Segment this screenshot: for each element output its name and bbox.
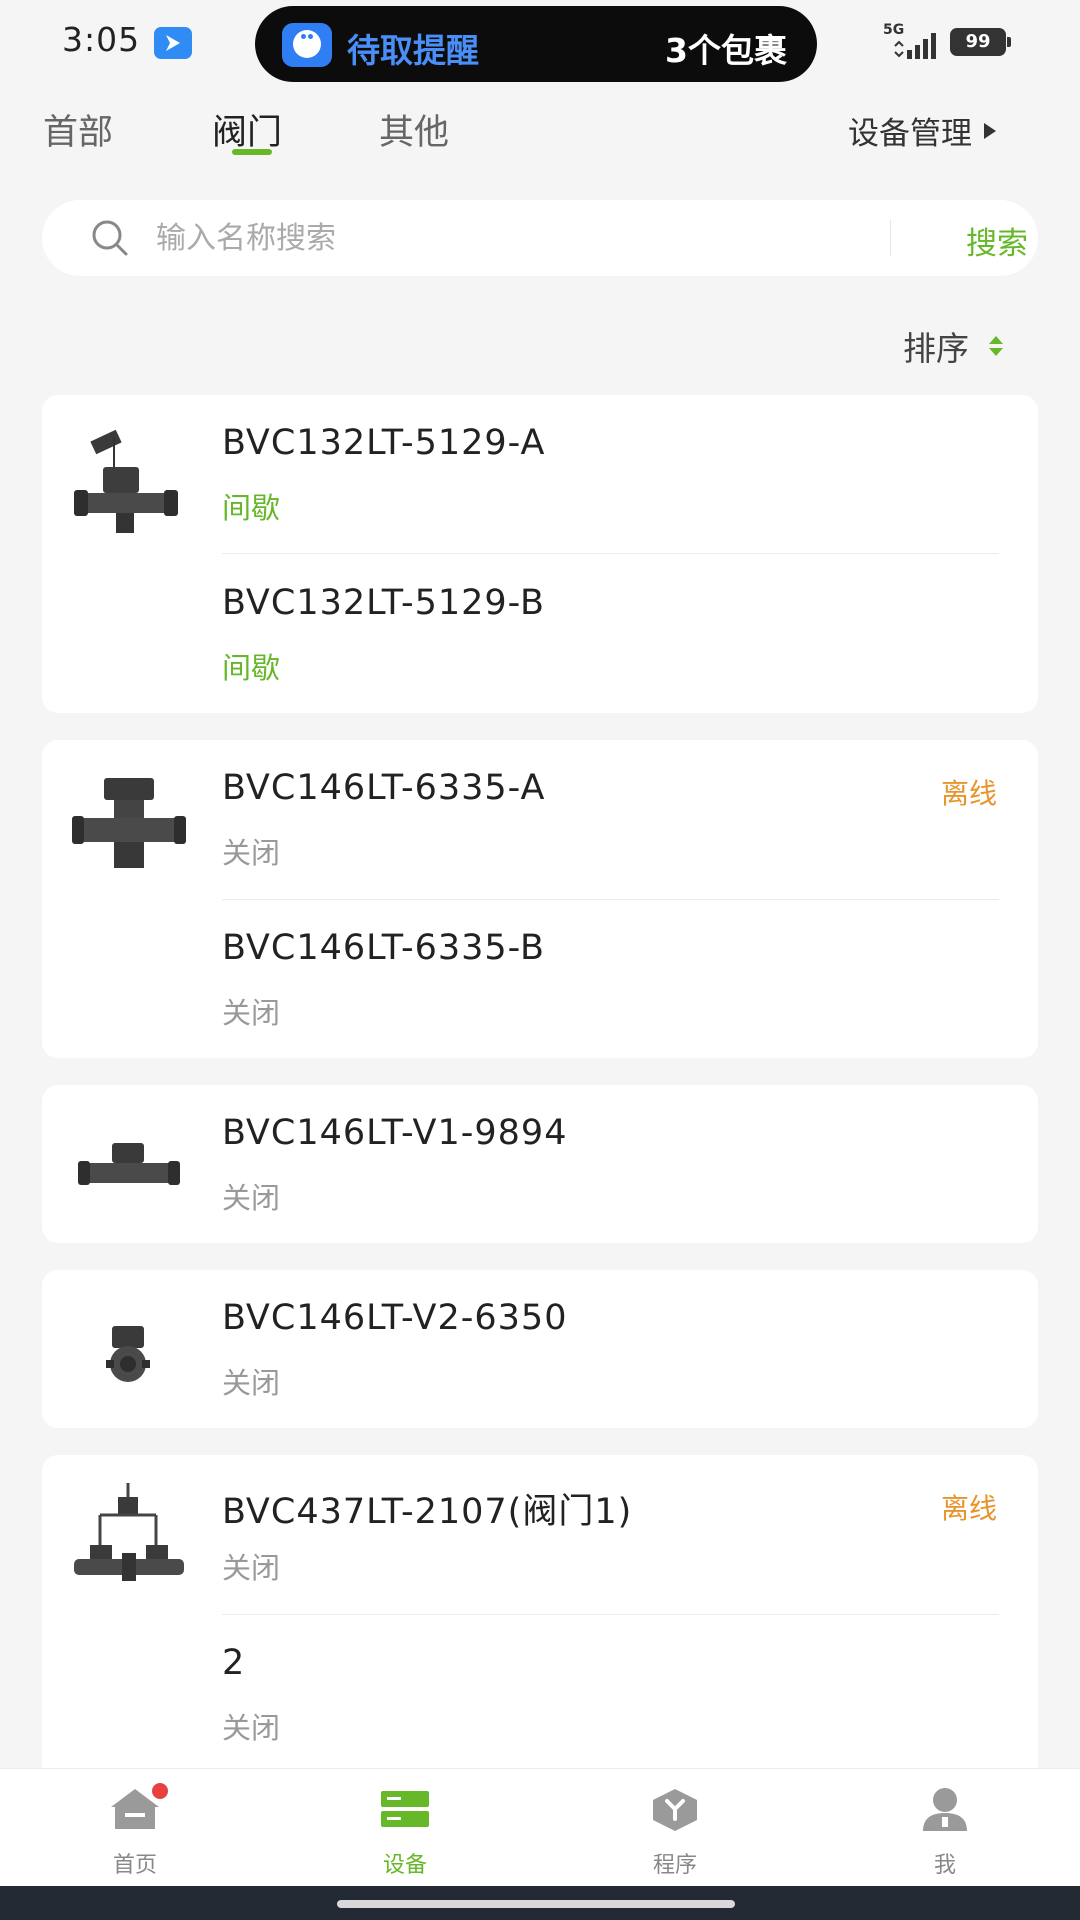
- nav-label: 设备: [382, 1853, 427, 1878]
- device-card[interactable]: BVC437LT-2107(阀门1) 关闭 离线 2 关闭: [42, 1455, 1038, 1795]
- device-status: 关闭: [222, 1366, 281, 1400]
- notification-app-icon: [154, 27, 192, 59]
- device-name: BVC132LT-5129-B: [222, 583, 546, 623]
- search-button[interactable]: 搜索: [966, 218, 1028, 263]
- active-tab-indicator: [232, 149, 272, 155]
- notification-badge: [152, 1783, 168, 1799]
- search-icon: [92, 220, 128, 256]
- row-divider: [222, 1614, 999, 1615]
- user-icon: [923, 1788, 967, 1831]
- program-icon: [653, 1789, 697, 1831]
- search-input[interactable]: [156, 214, 916, 262]
- device-management-link[interactable]: 设备管理: [848, 108, 996, 153]
- battery-icon: 99: [950, 28, 1012, 56]
- nav-home[interactable]: 首页: [65, 1783, 205, 1878]
- row-divider: [222, 553, 999, 554]
- offline-badge: 离线: [940, 1492, 997, 1525]
- device-status: 间歇: [222, 491, 281, 525]
- status-time: 3:05: [62, 20, 141, 59]
- device-icon: [381, 1791, 429, 1827]
- nav-program[interactable]: 程序: [605, 1783, 745, 1878]
- nav-me[interactable]: 我: [875, 1783, 1015, 1878]
- double-valve-icon: [72, 778, 186, 868]
- row-divider: [222, 899, 999, 900]
- robot-icon: [282, 23, 332, 67]
- device-card[interactable]: BVC146LT-V2-6350 关闭: [42, 1270, 1038, 1428]
- tab-other[interactable]: 其他: [379, 104, 449, 155]
- device-status: 关闭: [222, 1551, 281, 1585]
- device-status: 关闭: [222, 996, 281, 1030]
- notification-count: 3个包裹: [665, 31, 787, 70]
- device-status: 关闭: [222, 1181, 281, 1215]
- device-status: 关闭: [222, 836, 281, 870]
- ball-valve-icon: [78, 1143, 180, 1185]
- device-status: 间歇: [222, 651, 281, 685]
- nav-label: 我: [933, 1853, 956, 1878]
- device-name: BVC146LT-V2-6350: [222, 1298, 568, 1338]
- sort-button[interactable]: 排序: [903, 322, 1003, 370]
- home-indicator[interactable]: [337, 1900, 735, 1908]
- device-status: 关闭: [222, 1711, 281, 1745]
- signal-icon: 5G: [883, 22, 938, 62]
- device-name: BVC146LT-6335-B: [222, 928, 546, 968]
- sort-label: 排序: [903, 329, 969, 368]
- solar-valve-icon: [74, 429, 178, 533]
- device-name: BVC146LT-6335-A: [222, 768, 546, 808]
- nav-label: 首页: [112, 1853, 157, 1878]
- status-bar: 3:05 待取提醒 3个包裹 5G 99: [0, 0, 1080, 84]
- pipe-valve-icon: [74, 1483, 184, 1581]
- flange-valve-icon: [106, 1326, 150, 1382]
- tab-valve[interactable]: 阀门: [212, 104, 282, 155]
- tab-head[interactable]: 首部: [43, 104, 113, 155]
- search-bar: 搜索: [42, 200, 1038, 276]
- bottom-navigation: 首页 设备 程序 我: [0, 1768, 1080, 1886]
- device-name: BVC132LT-5129-A: [222, 423, 546, 463]
- device-management-label: 设备管理: [848, 116, 972, 152]
- device-name: BVC437LT-2107(阀门1): [222, 1492, 633, 1532]
- notification-title: 待取提醒: [347, 31, 479, 70]
- offline-badge: 离线: [940, 777, 997, 810]
- device-card[interactable]: BVC146LT-6335-A 关闭 离线 BVC146LT-6335-B 关闭: [42, 740, 1038, 1058]
- triangle-right-icon: [984, 122, 996, 139]
- device-card[interactable]: BVC146LT-V1-9894 关闭: [42, 1085, 1038, 1243]
- device-name: 2: [222, 1643, 246, 1683]
- nav-label: 程序: [652, 1853, 697, 1878]
- search-divider: [890, 220, 891, 256]
- nav-device[interactable]: 设备: [335, 1783, 475, 1878]
- battery-level: 99: [965, 31, 991, 52]
- device-name: BVC146LT-V1-9894: [222, 1113, 568, 1153]
- system-gesture-bar: [0, 1886, 1080, 1920]
- package-notification-island[interactable]: 待取提醒 3个包裹: [255, 6, 817, 82]
- device-card[interactable]: BVC132LT-5129-A 间歇 BVC132LT-5129-B 间歇: [42, 395, 1038, 713]
- sort-icon: [989, 336, 1003, 356]
